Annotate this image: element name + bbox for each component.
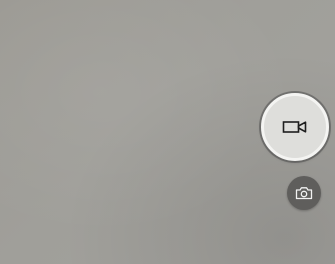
camera-icon [295,186,313,200]
take-photo-button[interactable] [287,176,321,210]
video-record-button[interactable] [261,93,329,161]
video-camera-icon [282,119,308,135]
